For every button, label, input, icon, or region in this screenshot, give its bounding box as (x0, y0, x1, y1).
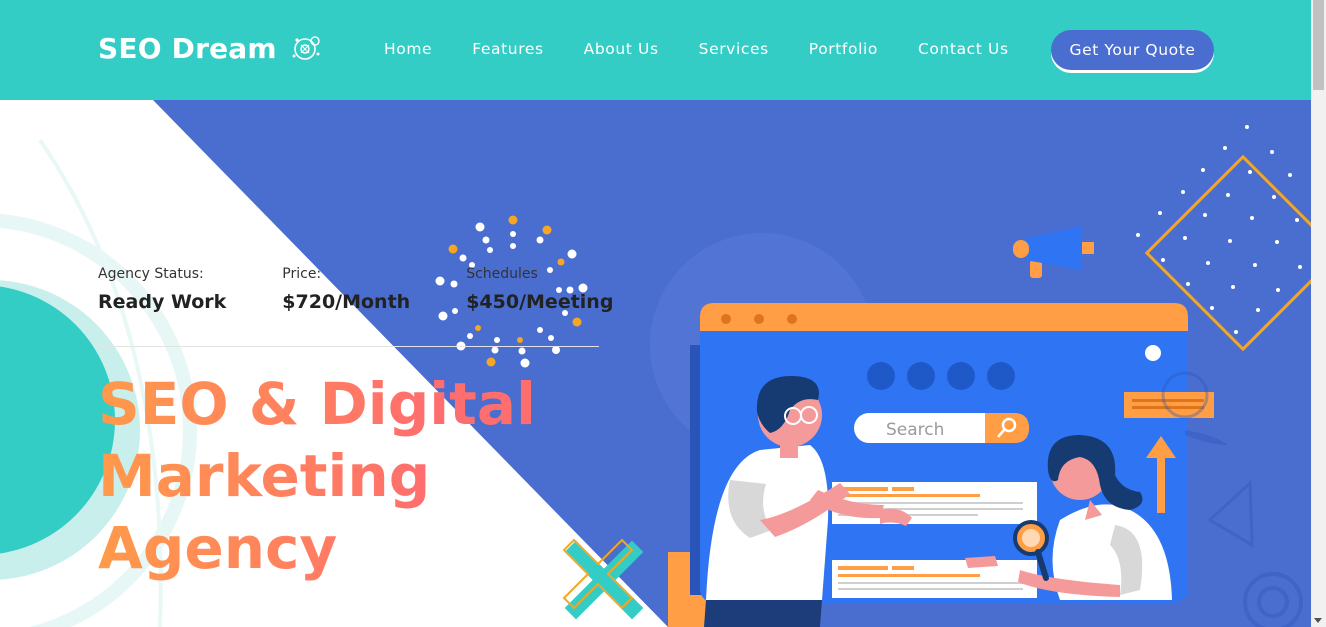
page: SEO Dream Home Features About Us Service… (0, 0, 1326, 627)
stat-value: $720/Month (282, 291, 411, 313)
nav-home[interactable]: Home (384, 40, 432, 58)
agency-stats: Agency Status: Ready Work Price: $720/Mo… (98, 266, 669, 313)
search-bar-text: Search (886, 420, 944, 440)
nav-features[interactable]: Features (472, 40, 543, 58)
nav-about-us[interactable]: About Us (584, 40, 659, 58)
site-header: SEO Dream Home Features About Us Service… (0, 0, 1311, 100)
stat-value: $450/Meeting (466, 291, 614, 313)
get-quote-button[interactable]: Get Your Quote (1051, 30, 1214, 70)
main-nav: Home Features About Us Services Portfoli… (384, 40, 1049, 58)
stat-value: Ready Work (98, 291, 227, 313)
logo[interactable]: SEO Dream (98, 32, 323, 65)
logo-text: SEO Dream (98, 32, 277, 65)
nav-services[interactable]: Services (699, 40, 769, 58)
page-scrollbar[interactable] (1311, 0, 1326, 627)
hero-title-line-1: SEO & Digital (98, 370, 536, 438)
scrollbar-thumb[interactable] (1313, 0, 1324, 90)
hero-title: SEO & Digital Marketing Agency (98, 368, 568, 584)
stats-divider (98, 346, 599, 347)
nav-contact-us[interactable]: Contact Us (918, 40, 1009, 58)
hero-title-line-3: Agency (98, 514, 338, 582)
stat-label: Price: (282, 266, 322, 282)
hero-section: Search Agency Status: Ready Work Price: … (0, 100, 1311, 627)
nav-portfolio[interactable]: Portfolio (809, 40, 878, 58)
stat-schedules: Schedules $450/Meeting (466, 266, 613, 313)
stat-label: Agency Status: (98, 266, 204, 282)
scroll-down-arrow-icon[interactable] (1314, 618, 1322, 623)
hero-title-line-2: Marketing (98, 442, 431, 510)
stat-price: Price: $720/Month (282, 266, 410, 313)
gears-icon (292, 35, 320, 60)
stat-label: Schedules (466, 266, 538, 282)
stat-agency-status: Agency Status: Ready Work (98, 266, 226, 313)
